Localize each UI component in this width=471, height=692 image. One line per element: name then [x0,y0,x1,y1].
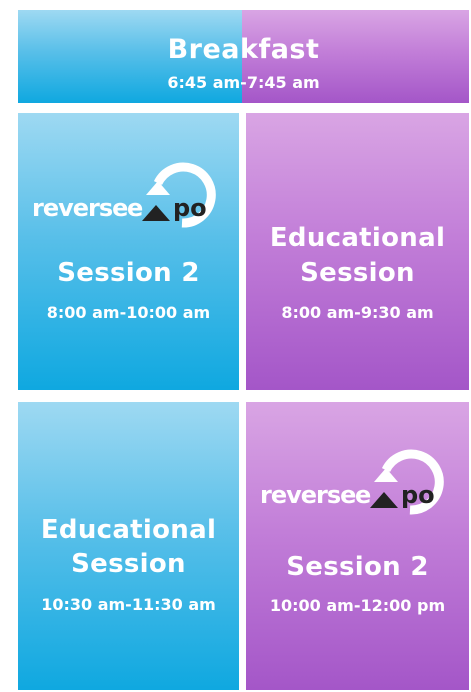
svg-text:reverse: reverse [32,194,128,222]
breakfast-time: 6:45 am-7:45 am [167,73,320,92]
session-time: 10:30 am-11:30 am [41,595,216,614]
session-title: Session 2 [286,552,429,582]
svg-text:reverse: reverse [260,481,356,509]
session-time: 8:00 am-10:00 am [46,303,211,322]
session-time: 8:00 am-9:30 am [281,303,434,322]
svg-text:e: e [355,481,371,509]
breakfast-title: Breakfast [167,34,320,65]
session-title-line2: Session [71,549,186,579]
session-time: 10:00 am-12:00 pm [269,596,446,615]
reverse-expo-logo-icon: reverse e po [30,161,230,241]
session-title-line1: Educational [40,515,217,545]
reverse-expo-logo-graphic-icon: reverse e po [32,162,216,228]
svg-text:e: e [127,194,143,222]
breakfast-banner: Breakfast 6:45 am-7:45 am [18,10,469,103]
session-card-top-left: reverse e po Session 2 8:00 am-10:00 am [18,113,239,390]
svg-text:po: po [173,194,207,222]
session-title-line2: Session [300,258,415,288]
session-title: Session 2 [57,258,200,288]
breakfast-text: Breakfast 6:45 am-7:45 am [18,10,469,103]
reverse-expo-logo-graphic-icon: reverse e po [260,449,444,515]
session-card-bottom-right: reverse e po Session 2 10:00 am-12:00 pm [246,402,469,690]
session-card-bottom-left: Educational Session 10:30 am-11:30 am [18,402,239,690]
svg-text:po: po [401,481,435,509]
reverse-expo-logo-icon: reverse e po [258,448,458,528]
session-title-line1: Educational [269,223,446,253]
session-card-top-right: Educational Session 8:00 am-9:30 am [246,113,469,390]
